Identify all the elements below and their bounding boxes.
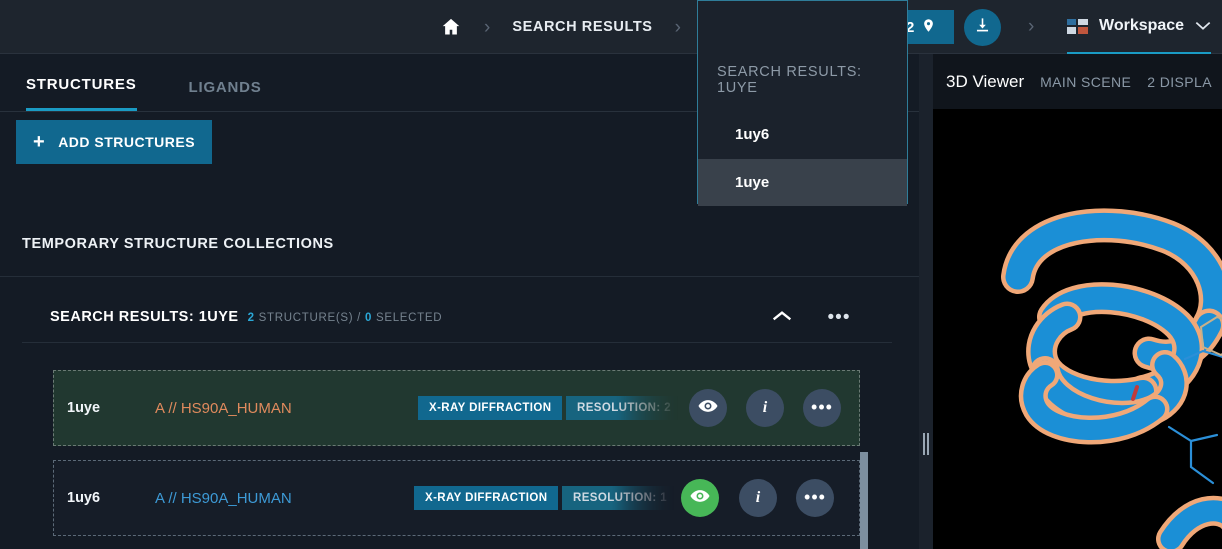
chevron-up-icon [772, 309, 792, 327]
structure-id: 1uy6 [67, 490, 101, 506]
table-row[interactable]: 1uye A // HS90A_HUMAN X-RAY DIFFRACTION … [53, 370, 860, 446]
dropdown-item-1uye[interactable]: 1uye [698, 159, 907, 206]
add-structures-label: ADD STRUCTURES [58, 134, 196, 150]
app-root: › SEARCH RESULTS › 2 › Workspace STRUCTU… [0, 0, 1222, 549]
visibility-toggle-button[interactable] [681, 479, 719, 517]
status-badge-method: X-RAY DIFFRACTION [414, 486, 559, 510]
collection-selected: 0 [364, 312, 373, 324]
scrollbar-thumb[interactable] [860, 452, 868, 549]
structure-chain[interactable]: A // HS90A_HUMAN [155, 400, 292, 417]
breadcrumb-search-results[interactable]: SEARCH RESULTS [512, 19, 652, 35]
breadcrumb: › SEARCH RESULTS › [440, 0, 681, 54]
search-results-dropdown: SEARCH RESULTS: 1UYE 1uy6 1uye [697, 0, 908, 206]
collection-count-suffix: STRUCTURE(S) / [258, 312, 362, 324]
map-pin-icon [921, 16, 936, 39]
visibility-toggle-button[interactable] [689, 389, 727, 427]
viewer-title: 3D Viewer [946, 71, 1025, 91]
info-button[interactable]: i [739, 479, 777, 517]
workspace-selector[interactable]: Workspace [1067, 0, 1212, 54]
eye-icon [690, 489, 710, 508]
grid-icon [1067, 18, 1088, 34]
chevron-down-icon [1195, 19, 1211, 34]
panel-splitter[interactable] [919, 54, 933, 549]
divider-top [0, 276, 919, 277]
breadcrumb-separator-3: › [1028, 16, 1035, 37]
tab-ligands[interactable]: LIGANDS [189, 79, 262, 111]
dropdown-item-1uy6[interactable]: 1uy6 [698, 111, 907, 158]
add-structures-button[interactable]: + ADD STRUCTURES [16, 120, 213, 164]
collection-selected-suffix: SELECTED [375, 312, 443, 324]
molecule-canvas[interactable] [933, 109, 1222, 549]
table-row[interactable]: 1uy6 A // HS90A_HUMAN X-RAY DIFFRACTION … [53, 460, 860, 536]
splitter-grip-icon[interactable] [923, 433, 929, 455]
download-icon [973, 16, 992, 40]
collection-more-button[interactable]: ••• [828, 307, 850, 329]
status-badge-method: X-RAY DIFFRACTION [418, 396, 563, 420]
eye-icon [698, 399, 718, 418]
collection-name[interactable]: SEARCH RESULTS: 1UYE [50, 309, 239, 325]
breadcrumb-separator-2: › [674, 16, 681, 38]
home-icon[interactable] [440, 16, 462, 38]
tab-structures[interactable]: STRUCTURES [26, 76, 137, 111]
workspace-label: Workspace [1099, 17, 1185, 34]
structure-chain[interactable]: A // HS90A_HUMAN [155, 490, 292, 507]
info-button[interactable]: i [746, 389, 784, 427]
plus-icon: + [33, 131, 46, 153]
status-badge-resolution: RESOLUTION: 1 [562, 486, 680, 510]
dropdown-title: SEARCH RESULTS: 1UYE [717, 64, 862, 96]
viewer-header: 3D Viewer MAIN SCENE 2 DISPLA [933, 54, 1222, 109]
protein-ribbon-graphic [933, 109, 1222, 549]
viewer-panel: 3D Viewer MAIN SCENE 2 DISPLA [933, 54, 1222, 549]
row-more-button[interactable]: ••• [803, 389, 841, 427]
viewer-scene-label[interactable]: MAIN SCENE [1040, 74, 1131, 90]
collection-collapse-button[interactable] [770, 307, 794, 329]
top-header-bar: › SEARCH RESULTS › 2 › Workspace [0, 0, 1222, 54]
info-icon: i [755, 489, 761, 506]
section-title: TEMPORARY STRUCTURE COLLECTIONS [22, 236, 334, 252]
info-icon: i [762, 399, 768, 416]
row-more-button[interactable]: ••• [796, 479, 834, 517]
collection-header: SEARCH RESULTS: 1UYE 2 STRUCTURE(S) / 0 … [50, 309, 442, 325]
status-badge-resolution: RESOLUTION: 2 [566, 396, 684, 420]
collection-meta: 2 STRUCTURE(S) / 0 SELECTED [248, 312, 443, 324]
breadcrumb-separator-1: › [484, 16, 491, 38]
structure-id: 1uye [67, 400, 101, 416]
divider-collection [22, 342, 892, 343]
download-button[interactable] [964, 9, 1001, 46]
viewer-display-label[interactable]: 2 DISPLA [1147, 74, 1212, 90]
collection-count: 2 [247, 312, 255, 324]
